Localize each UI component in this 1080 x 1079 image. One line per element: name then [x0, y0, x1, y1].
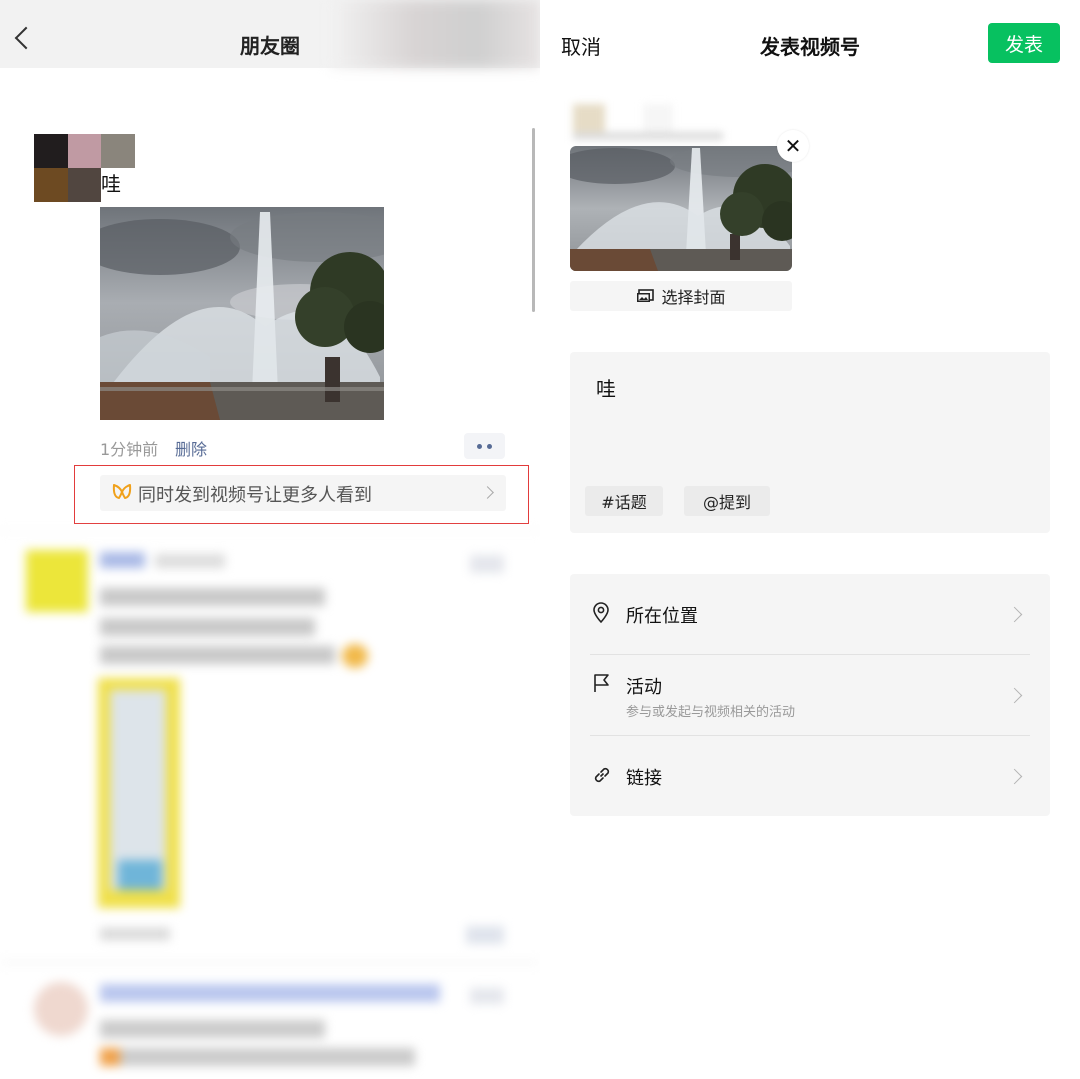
post-to-channels-bar[interactable]: 同时发到视频号让更多人看到	[100, 475, 506, 511]
caption-text: 哇	[596, 377, 616, 401]
post-photo[interactable]	[100, 207, 384, 420]
option-location[interactable]: 所在位置	[570, 574, 1050, 654]
fountain-image	[100, 207, 384, 420]
mention-button[interactable]: @提到	[684, 486, 770, 516]
channels-butterfly-icon	[112, 483, 132, 505]
location-pin-icon	[593, 602, 609, 624]
option-label: 所在位置	[626, 606, 698, 627]
post-timestamp: 1分钟前	[100, 440, 159, 459]
delete-link[interactable]: 删除	[175, 436, 207, 460]
option-sublabel: 参与或发起与视频相关的活动	[626, 705, 796, 720]
more-options-button[interactable]	[464, 433, 505, 459]
moments-panel: 朋友圈 哇 1分钟前 删除 同时发到视频号让更多人看到	[0, 0, 540, 1079]
publish-button[interactable]: 发表	[988, 23, 1060, 63]
dot-icon	[477, 443, 482, 449]
fountain-image	[570, 146, 792, 271]
scrollbar[interactable]	[532, 128, 535, 312]
publish-channels-panel: 取消 发表视频号 发表 ✕ 选择封面 哇 #话题 @提到 所在位置 活动 参与或…	[540, 0, 1080, 1079]
moments-header: 朋友圈	[0, 0, 540, 68]
blurred-thumbnail-strip	[573, 104, 723, 140]
option-link[interactable]: 链接	[570, 736, 1050, 816]
video-thumbnail[interactable]	[570, 146, 792, 271]
remove-video-button[interactable]: ✕	[777, 130, 809, 162]
chevron-right-icon	[481, 486, 494, 499]
option-label: 链接	[626, 768, 662, 789]
blurred-feed	[0, 530, 540, 1079]
topic-tag-button[interactable]: #话题	[585, 486, 663, 516]
flag-icon	[594, 674, 609, 692]
image-icon	[637, 289, 655, 302]
dot-icon	[487, 443, 492, 449]
chevron-right-icon	[1006, 768, 1023, 785]
select-cover-button[interactable]: 选择封面	[570, 281, 792, 311]
post-to-channels-label: 同时发到视频号让更多人看到	[138, 485, 372, 506]
option-label: 活动	[626, 677, 662, 698]
post-text: 哇	[101, 172, 121, 196]
caption-input[interactable]: 哇 #话题 @提到	[570, 352, 1050, 533]
chevron-right-icon	[1006, 606, 1023, 623]
chevron-right-icon	[1006, 687, 1023, 704]
link-icon	[594, 767, 610, 783]
option-activity[interactable]: 活动 参与或发起与视频相关的活动	[570, 655, 1050, 735]
options-list: 所在位置 活动 参与或发起与视频相关的活动 链接	[570, 574, 1050, 816]
select-cover-label: 选择封面	[661, 288, 726, 307]
page-title: 朋友圈	[240, 34, 300, 58]
close-icon: ✕	[784, 134, 802, 158]
